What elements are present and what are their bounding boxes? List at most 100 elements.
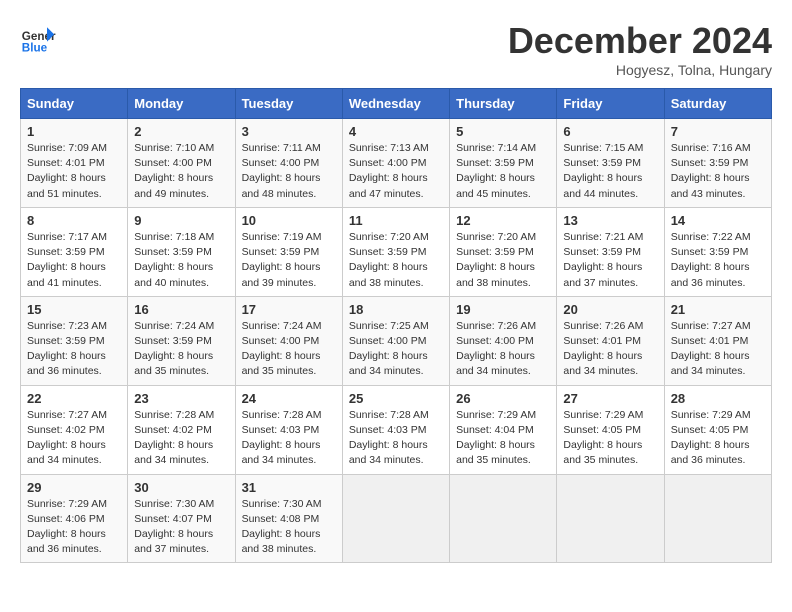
calendar-day-cell: 30Sunrise: 7:30 AM Sunset: 4:07 PM Dayli… (128, 474, 235, 563)
calendar-day-cell: 31 Sunrise: 7:30 AM Sunset: 4:08 PM Dayli… (235, 474, 342, 563)
day-info: Sunrise: 7:17 AM Sunset: 3:59 PM Dayligh… (27, 230, 121, 291)
calendar-day-cell: 12 Sunrise: 7:20 AM Sunset: 3:59 PM Dayli… (450, 207, 557, 296)
day-number: 10 (242, 213, 336, 228)
calendar-day-cell: 1 Sunrise: 7:09 AM Sunset: 4:01 PM Daylig… (21, 119, 128, 208)
day-info: Sunrise: 7:28 AM Sunset: 4:03 PM Dayligh… (242, 408, 336, 469)
day-number: 8 (27, 213, 121, 228)
calendar-day-cell: 28 Sunrise: 7:29 AM Sunset: 4:05 PM Dayli… (664, 385, 771, 474)
day-info: Sunrise: 7:29 AM Sunset: 4:05 PM Dayligh… (671, 408, 765, 469)
day-info: Sunrise: 7:20 AM Sunset: 3:59 PM Dayligh… (349, 230, 443, 291)
calendar-day-cell: 21 Sunrise: 7:27 AM Sunset: 4:01 PM Dayli… (664, 296, 771, 385)
day-number: 27 (563, 391, 657, 406)
calendar-week-row: 29Sunrise: 7:29 AM Sunset: 4:06 PM Dayli… (21, 474, 772, 563)
calendar-day-cell: 13 Sunrise: 7:21 AM Sunset: 3:59 PM Dayli… (557, 207, 664, 296)
dow-cell: Wednesday (342, 89, 449, 119)
calendar-day-cell: 25Sunrise: 7:28 AM Sunset: 4:03 PM Dayli… (342, 385, 449, 474)
day-info: Sunrise: 7:30 AM Sunset: 4:07 PM Dayligh… (134, 497, 228, 558)
calendar-day-cell: 23 Sunrise: 7:28 AM Sunset: 4:02 PM Dayli… (128, 385, 235, 474)
dow-cell: Tuesday (235, 89, 342, 119)
day-number: 19 (456, 302, 550, 317)
logo: General Blue (20, 20, 56, 56)
day-info: Sunrise: 7:14 AM Sunset: 3:59 PM Dayligh… (456, 141, 550, 202)
calendar-day-cell: 5Sunrise: 7:14 AM Sunset: 3:59 PM Daylig… (450, 119, 557, 208)
calendar-day-cell: 11 Sunrise: 7:20 AM Sunset: 3:59 PM Dayli… (342, 207, 449, 296)
calendar-day-cell: 4 Sunrise: 7:13 AM Sunset: 4:00 PM Daylig… (342, 119, 449, 208)
calendar-day-cell (450, 474, 557, 563)
calendar-day-cell: 16 Sunrise: 7:24 AM Sunset: 3:59 PM Dayli… (128, 296, 235, 385)
day-number: 16 (134, 302, 228, 317)
day-info: Sunrise: 7:26 AM Sunset: 4:01 PM Dayligh… (563, 319, 657, 380)
day-number: 9 (134, 213, 228, 228)
calendar-week-row: 15Sunrise: 7:23 AM Sunset: 3:59 PM Dayli… (21, 296, 772, 385)
day-number: 21 (671, 302, 765, 317)
days-of-week-header: SundayMondayTuesdayWednesdayThursdayFrid… (21, 89, 772, 119)
day-number: 4 (349, 124, 443, 139)
day-info: Sunrise: 7:27 AM Sunset: 4:01 PM Dayligh… (671, 319, 765, 380)
day-number: 13 (563, 213, 657, 228)
day-info: Sunrise: 7:24 AM Sunset: 4:00 PM Dayligh… (242, 319, 336, 380)
calendar-week-row: 8 Sunrise: 7:17 AM Sunset: 3:59 PM Daylig… (21, 207, 772, 296)
location-subtitle: Hogyesz, Tolna, Hungary (508, 62, 772, 78)
calendar-day-cell: 10Sunrise: 7:19 AM Sunset: 3:59 PM Dayli… (235, 207, 342, 296)
day-info: Sunrise: 7:29 AM Sunset: 4:04 PM Dayligh… (456, 408, 550, 469)
svg-text:Blue: Blue (22, 42, 48, 55)
calendar-day-cell: 17 Sunrise: 7:24 AM Sunset: 4:00 PM Dayli… (235, 296, 342, 385)
day-info: Sunrise: 7:13 AM Sunset: 4:00 PM Dayligh… (349, 141, 443, 202)
day-info: Sunrise: 7:28 AM Sunset: 4:02 PM Dayligh… (134, 408, 228, 469)
dow-cell: Saturday (664, 89, 771, 119)
calendar-week-row: 22 Sunrise: 7:27 AM Sunset: 4:02 PM Dayli… (21, 385, 772, 474)
day-number: 23 (134, 391, 228, 406)
day-info: Sunrise: 7:29 AM Sunset: 4:05 PM Dayligh… (563, 408, 657, 469)
dow-cell: Monday (128, 89, 235, 119)
title-block: December 2024 Hogyesz, Tolna, Hungary (508, 20, 772, 78)
day-info: Sunrise: 7:20 AM Sunset: 3:59 PM Dayligh… (456, 230, 550, 291)
day-number: 29 (27, 480, 121, 495)
calendar-day-cell: 2Sunrise: 7:10 AM Sunset: 4:00 PM Daylig… (128, 119, 235, 208)
day-info: Sunrise: 7:26 AM Sunset: 4:00 PM Dayligh… (456, 319, 550, 380)
day-number: 20 (563, 302, 657, 317)
day-number: 3 (242, 124, 336, 139)
logo-icon: General Blue (20, 20, 56, 56)
day-number: 7 (671, 124, 765, 139)
day-number: 12 (456, 213, 550, 228)
day-number: 11 (349, 213, 443, 228)
calendar-day-cell: 20 Sunrise: 7:26 AM Sunset: 4:01 PM Dayli… (557, 296, 664, 385)
day-info: Sunrise: 7:10 AM Sunset: 4:00 PM Dayligh… (134, 141, 228, 202)
day-info: Sunrise: 7:22 AM Sunset: 3:59 PM Dayligh… (671, 230, 765, 291)
day-info: Sunrise: 7:09 AM Sunset: 4:01 PM Dayligh… (27, 141, 121, 202)
calendar-day-cell: 27 Sunrise: 7:29 AM Sunset: 4:05 PM Dayli… (557, 385, 664, 474)
dow-cell: Friday (557, 89, 664, 119)
day-number: 15 (27, 302, 121, 317)
day-info: Sunrise: 7:21 AM Sunset: 3:59 PM Dayligh… (563, 230, 657, 291)
calendar-day-cell: 9 Sunrise: 7:18 AM Sunset: 3:59 PM Daylig… (128, 207, 235, 296)
calendar-day-cell: 14Sunrise: 7:22 AM Sunset: 3:59 PM Dayli… (664, 207, 771, 296)
day-info: Sunrise: 7:27 AM Sunset: 4:02 PM Dayligh… (27, 408, 121, 469)
day-number: 1 (27, 124, 121, 139)
calendar-day-cell: 8 Sunrise: 7:17 AM Sunset: 3:59 PM Daylig… (21, 207, 128, 296)
day-number: 6 (563, 124, 657, 139)
day-number: 31 (242, 480, 336, 495)
calendar-day-cell (342, 474, 449, 563)
day-info: Sunrise: 7:16 AM Sunset: 3:59 PM Dayligh… (671, 141, 765, 202)
day-number: 22 (27, 391, 121, 406)
day-info: Sunrise: 7:30 AM Sunset: 4:08 PM Dayligh… (242, 497, 336, 558)
calendar-table: SundayMondayTuesdayWednesdayThursdayFrid… (20, 88, 772, 563)
calendar-day-cell: 26 Sunrise: 7:29 AM Sunset: 4:04 PM Dayli… (450, 385, 557, 474)
calendar-day-cell: 29Sunrise: 7:29 AM Sunset: 4:06 PM Dayli… (21, 474, 128, 563)
day-info: Sunrise: 7:24 AM Sunset: 3:59 PM Dayligh… (134, 319, 228, 380)
page-header: General Blue December 2024 Hogyesz, Toln… (20, 20, 772, 78)
calendar-day-cell (557, 474, 664, 563)
day-number: 18 (349, 302, 443, 317)
day-info: Sunrise: 7:11 AM Sunset: 4:00 PM Dayligh… (242, 141, 336, 202)
dow-cell: Thursday (450, 89, 557, 119)
day-number: 26 (456, 391, 550, 406)
month-title: December 2024 (508, 20, 772, 62)
calendar-day-cell: 15Sunrise: 7:23 AM Sunset: 3:59 PM Dayli… (21, 296, 128, 385)
calendar-body: 1 Sunrise: 7:09 AM Sunset: 4:01 PM Daylig… (21, 119, 772, 563)
calendar-day-cell: 18Sunrise: 7:25 AM Sunset: 4:00 PM Dayli… (342, 296, 449, 385)
day-number: 17 (242, 302, 336, 317)
calendar-day-cell: 6Sunrise: 7:15 AM Sunset: 3:59 PM Daylig… (557, 119, 664, 208)
day-number: 28 (671, 391, 765, 406)
day-info: Sunrise: 7:18 AM Sunset: 3:59 PM Dayligh… (134, 230, 228, 291)
day-info: Sunrise: 7:28 AM Sunset: 4:03 PM Dayligh… (349, 408, 443, 469)
